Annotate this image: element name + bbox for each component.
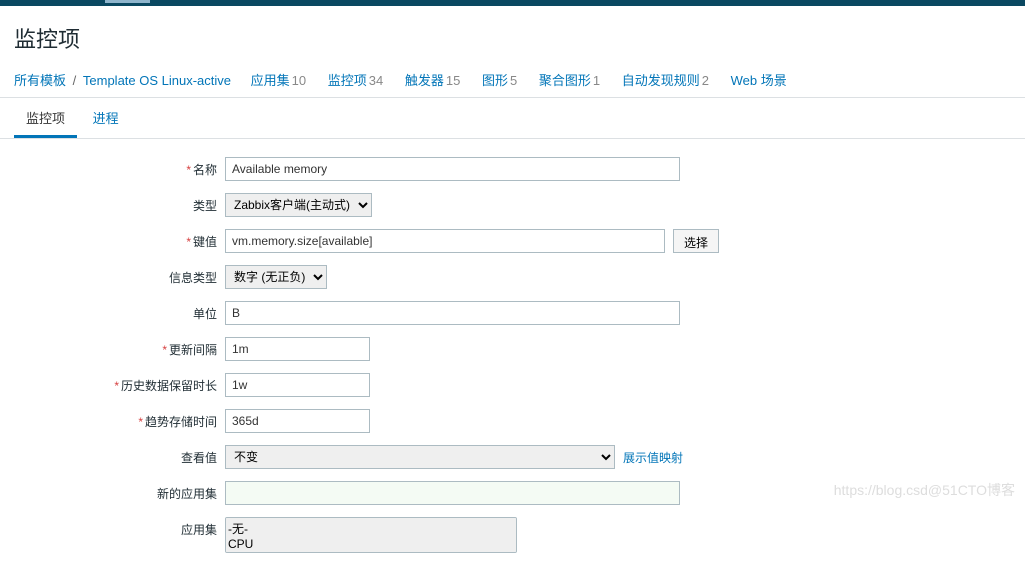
top-accent-bar xyxy=(0,0,1025,6)
label-show-value: 查看值 xyxy=(181,451,217,465)
nav-discovery[interactable]: 自动发现规则 xyxy=(622,73,700,88)
select-show-value[interactable]: 不变 xyxy=(225,445,615,469)
nav-triggers-count: 15 xyxy=(446,73,460,88)
select-type[interactable]: Zabbix客户端(主动式) xyxy=(225,193,372,217)
label-info-type: 信息类型 xyxy=(169,271,217,285)
nav-screens-count: 1 xyxy=(593,73,600,88)
input-name[interactable] xyxy=(225,157,680,181)
select-apps[interactable]: -无- CPU xyxy=(225,517,517,553)
label-new-app: 新的应用集 xyxy=(157,487,217,501)
input-interval[interactable] xyxy=(225,337,370,361)
form: *名称 类型 Zabbix客户端(主动式) *键值 选择 信息类型 数字 (无正… xyxy=(0,139,1025,553)
input-trends[interactable] xyxy=(225,409,370,433)
breadcrumb-nav: 所有模板 / Template OS Linux-active 应用集10 监控… xyxy=(0,64,1025,98)
page-header: 监控项 xyxy=(0,6,1025,64)
button-select-key[interactable]: 选择 xyxy=(673,229,719,253)
link-template-name[interactable]: Template OS Linux-active xyxy=(83,73,231,88)
nav-items-count: 34 xyxy=(369,73,383,88)
breadcrumb-separator: / xyxy=(73,73,77,88)
link-value-mapping[interactable]: 展示值映射 xyxy=(623,449,683,466)
label-interval: 更新间隔 xyxy=(169,343,217,357)
input-unit[interactable] xyxy=(225,301,680,325)
nav-apps-count: 10 xyxy=(292,73,306,88)
tab-process[interactable]: 进程 xyxy=(81,100,131,138)
tabs: 监控项 进程 xyxy=(0,100,1025,139)
nav-web[interactable]: Web 场景 xyxy=(731,73,787,88)
label-trends: 趋势存储时间 xyxy=(145,415,217,429)
nav-items[interactable]: 监控项 xyxy=(328,73,367,88)
input-new-app[interactable] xyxy=(225,481,680,505)
label-key: 键值 xyxy=(193,235,217,249)
select-info-type[interactable]: 数字 (无正负) xyxy=(225,265,327,289)
nav-apps[interactable]: 应用集 xyxy=(251,73,290,88)
label-type: 类型 xyxy=(193,199,217,213)
tab-item[interactable]: 监控项 xyxy=(14,100,77,138)
nav-graphs-count: 5 xyxy=(510,73,517,88)
label-name: 名称 xyxy=(193,163,217,177)
nav-triggers[interactable]: 触发器 xyxy=(405,73,444,88)
input-history[interactable] xyxy=(225,373,370,397)
nav-screens[interactable]: 聚合图形 xyxy=(539,73,591,88)
label-apps: 应用集 xyxy=(181,523,217,537)
label-unit: 单位 xyxy=(193,307,217,321)
nav-discovery-count: 2 xyxy=(702,73,709,88)
page-title: 监控项 xyxy=(14,22,1011,54)
input-key[interactable] xyxy=(225,229,665,253)
nav-graphs[interactable]: 图形 xyxy=(482,73,508,88)
label-history: 历史数据保留时长 xyxy=(121,379,217,393)
link-all-templates[interactable]: 所有模板 xyxy=(14,73,66,88)
